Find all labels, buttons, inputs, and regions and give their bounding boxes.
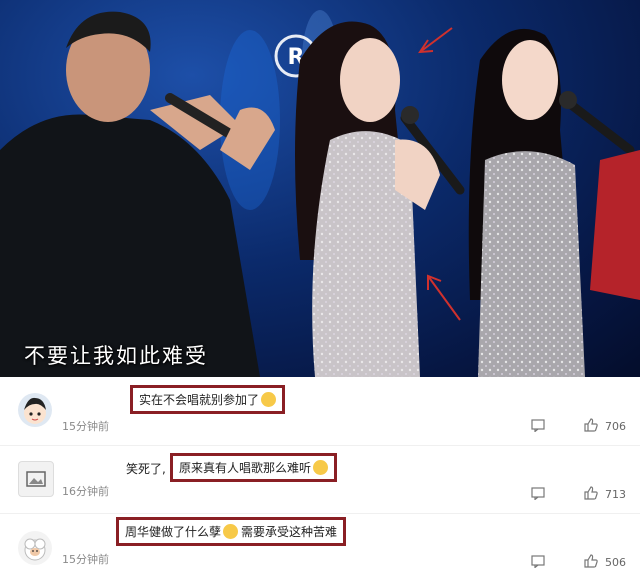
- thumbs-up-icon[interactable]: [583, 418, 598, 435]
- avatar[interactable]: [18, 461, 54, 497]
- avatar[interactable]: [18, 531, 52, 565]
- comment-time: 15分钟前: [62, 553, 109, 566]
- thumbs-up-icon[interactable]: [583, 554, 598, 571]
- comment-item: 15分钟前 周华健做了什么孽 需要承受这种苦难 506: [0, 513, 640, 581]
- avatar-cartoon-icon: [24, 397, 46, 424]
- annotation-arrow-bottom: [427, 274, 461, 321]
- comment-text-highlight: 实在不会唱就别参加了: [130, 385, 286, 414]
- comment-text: 实在不会唱就别参加了: [139, 393, 260, 407]
- sweat-smile-emoji-icon: [261, 392, 277, 407]
- comment-icon[interactable]: [530, 554, 545, 571]
- avatar[interactable]: [18, 393, 52, 427]
- comment-icon[interactable]: [530, 486, 545, 503]
- thumbs-up-icon[interactable]: [583, 486, 598, 503]
- comment-prefix: 笑死了,: [126, 462, 166, 476]
- comment-text-highlight: 原来真有人唱歌那么难听: [170, 453, 338, 482]
- annotation-arrow-top: [418, 27, 453, 54]
- video-subtitle: 不要让我如此难受: [24, 344, 208, 368]
- comment-item: 15分钟前 实在不会唱就别参加了 706: [0, 377, 640, 446]
- comment-text-highlight: 周华健做了什么孽 需要承受这种苦难: [116, 517, 347, 546]
- avatar-image-icon: [26, 471, 46, 487]
- comment-text: 原来真有人唱歌那么难听: [179, 461, 312, 475]
- comment-actions: 706: [530, 418, 626, 435]
- like-count: 706: [605, 420, 626, 433]
- comment-icon[interactable]: [530, 418, 545, 435]
- comment-list: 15分钟前 实在不会唱就别参加了 706 16分钟前 笑死了, 原来真有人唱歌那…: [0, 377, 640, 583]
- avatar-sheep-icon: [24, 538, 46, 561]
- comment-actions: 506: [530, 554, 626, 571]
- singer-woman-right: [468, 28, 640, 377]
- comment-time: 16分钟前: [62, 485, 109, 498]
- awkward-smile-emoji-icon: [223, 524, 239, 539]
- like-count: 713: [605, 488, 626, 501]
- video-frame: R 不要让我如此难受: [0, 0, 640, 377]
- comment-actions: 713: [530, 486, 626, 503]
- stage-illustration: R: [0, 10, 640, 377]
- singer-woman-center: [295, 21, 465, 377]
- comment-text-before: 周华健做了什么孽: [125, 525, 222, 539]
- comment-text-after: 需要承受这种苦难: [241, 525, 338, 539]
- comment-time: 15分钟前: [62, 420, 109, 433]
- laugh-cry-emoji-icon: [313, 460, 329, 475]
- comment-item: 16分钟前 笑死了, 原来真有人唱歌那么难听 713: [0, 445, 640, 514]
- like-count: 506: [605, 556, 626, 569]
